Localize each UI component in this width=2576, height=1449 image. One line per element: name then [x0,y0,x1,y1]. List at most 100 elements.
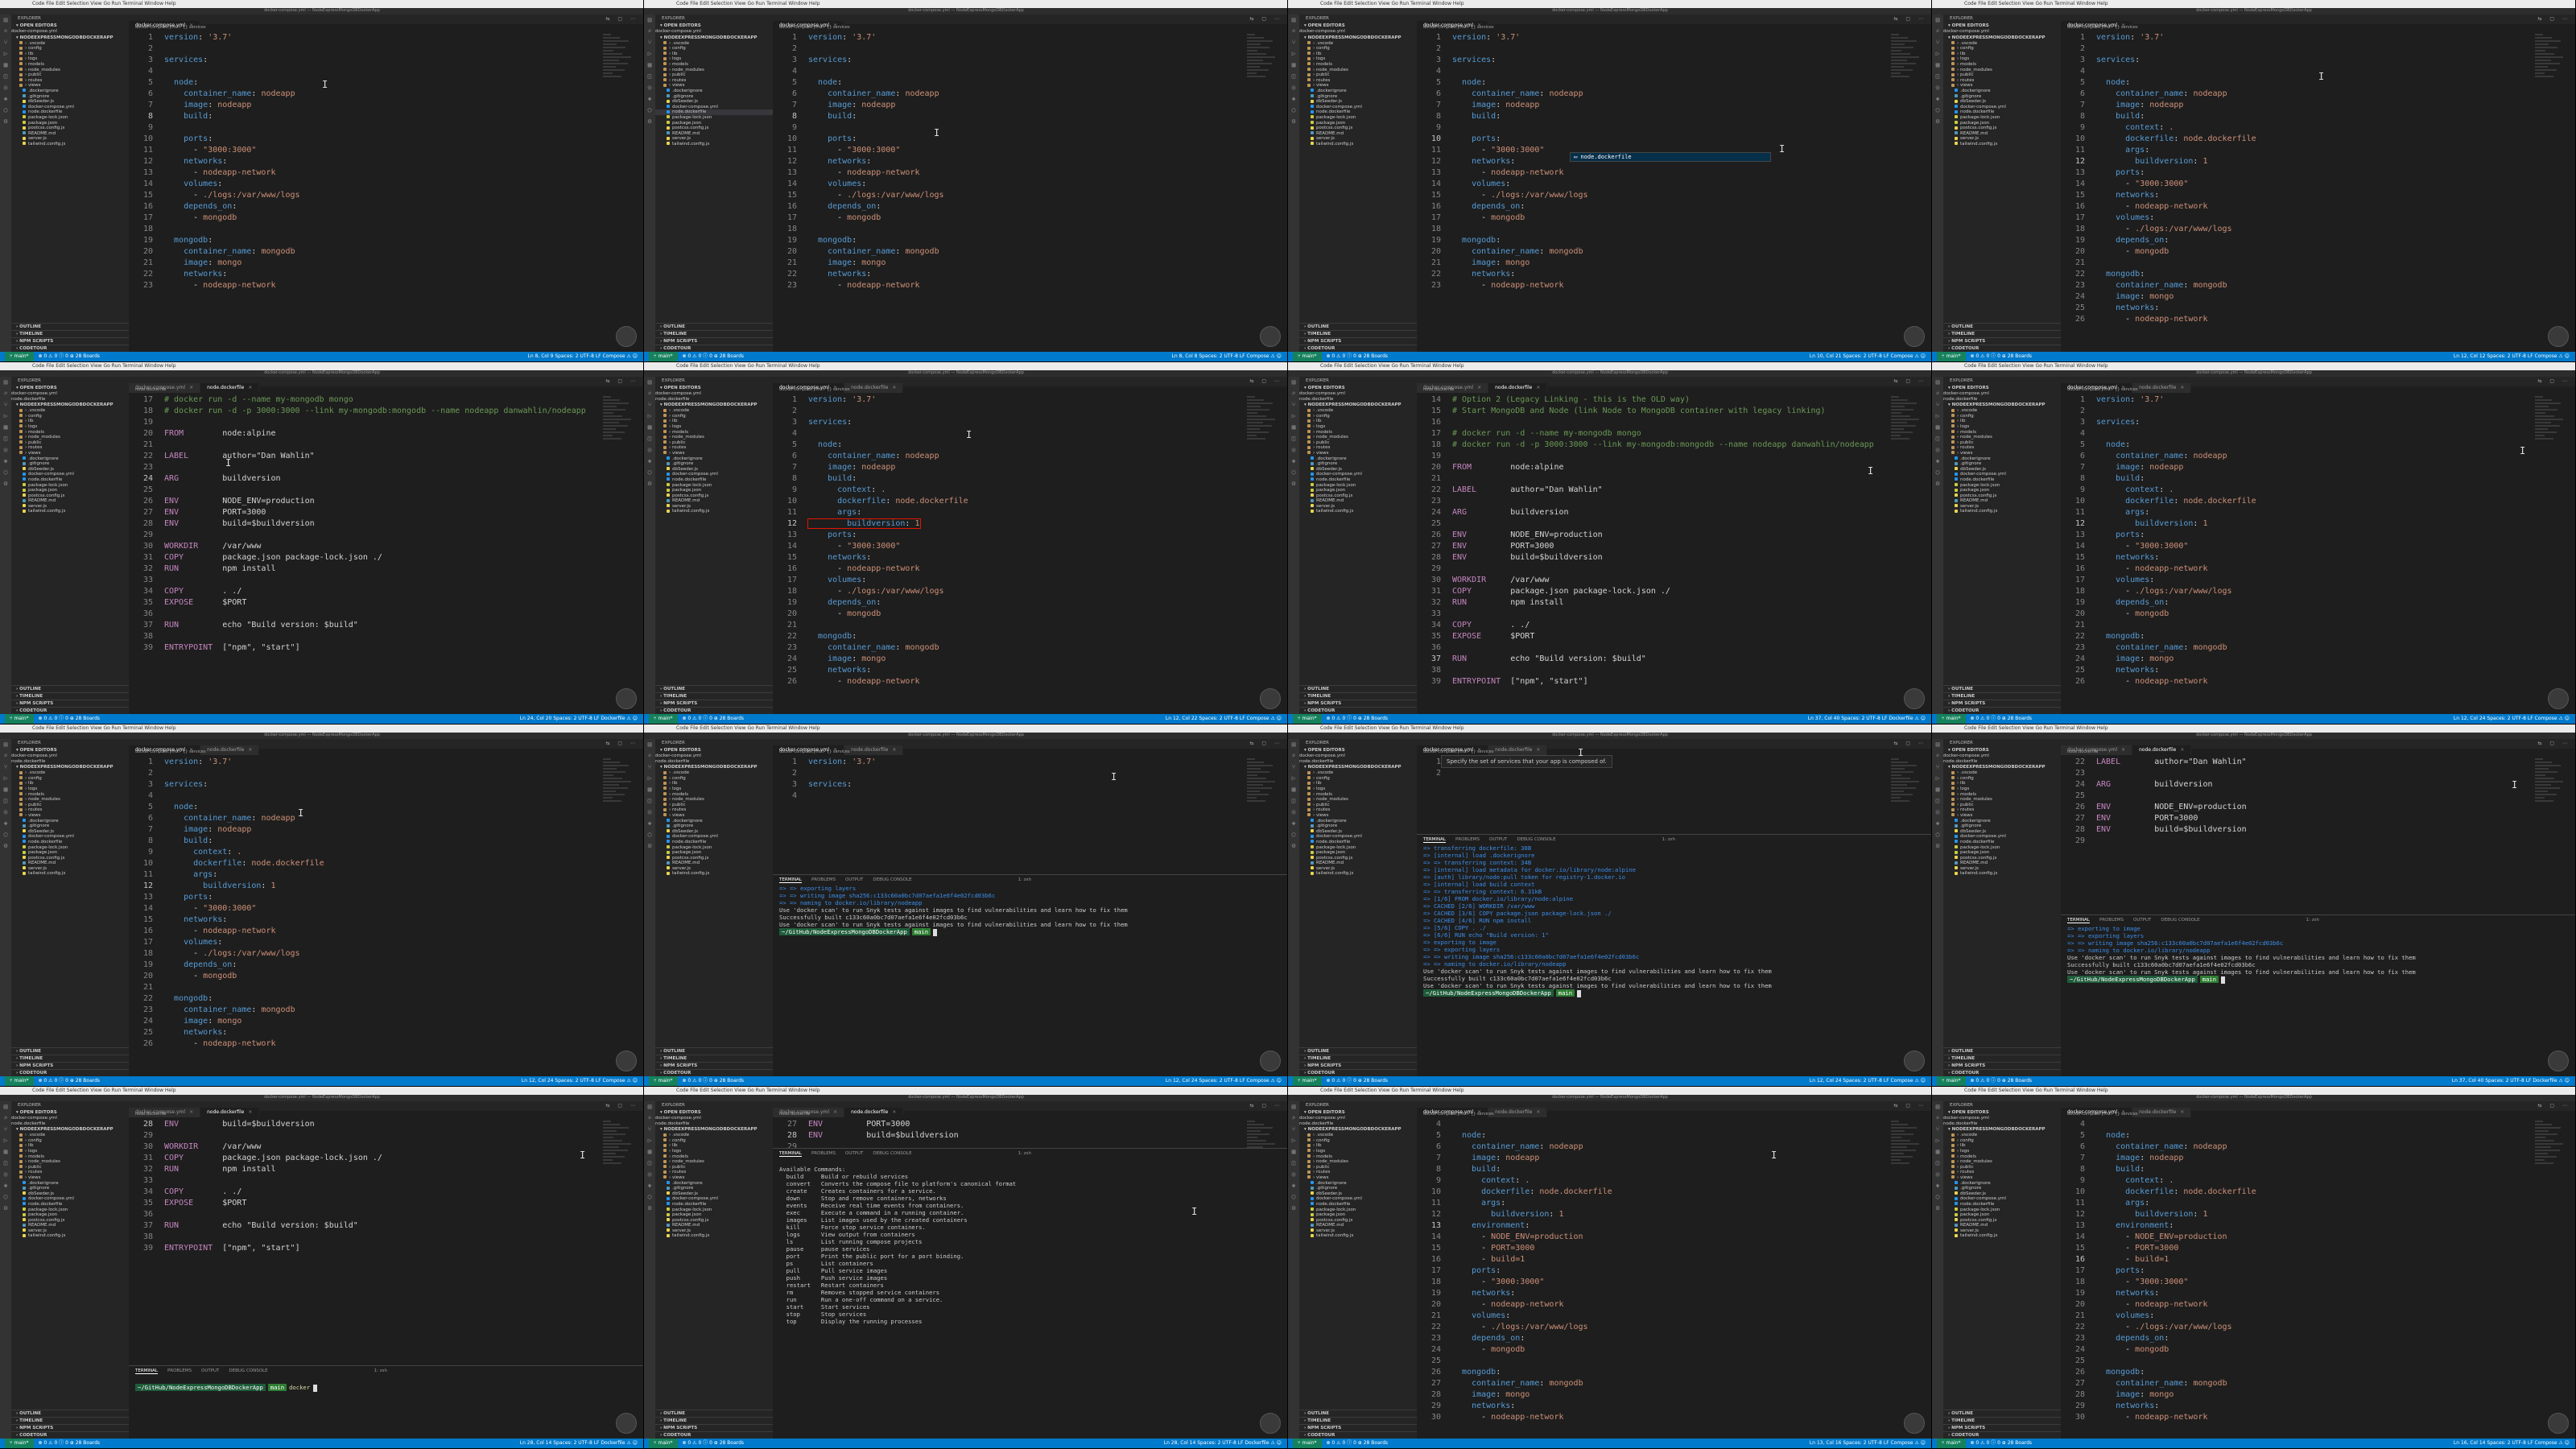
file-tree-item[interactable]: server.js [11,136,129,142]
file-tree-item[interactable]: README.md [655,498,773,504]
files-icon[interactable]: ▤ [1288,739,1299,750]
file-tree-item[interactable]: .gitignore [1299,1186,1417,1191]
file-tree-item[interactable]: README.md [11,1223,129,1228]
file-tree-item[interactable]: server.js [11,866,129,872]
file-tree-item[interactable]: .gitignore [11,1186,129,1191]
file-tree-item[interactable]: › public [1299,803,1417,808]
open-editor-item[interactable]: node.dockerfile [1299,1121,1417,1127]
file-tree-item[interactable]: package-lock.json [655,115,773,121]
file-tree-item[interactable]: › config [11,46,129,52]
gear-icon[interactable]: ⚙ [644,840,655,852]
gear-icon[interactable]: ⚙ [1932,1203,1943,1214]
file-tree-item[interactable]: node.dockerfile [11,109,129,115]
status-right[interactable]: Ln 37, Col 40 Spaces: 2 UTF-8 LF Dockerf… [1808,714,1926,724]
file-tree-item[interactable]: › node_modules [655,797,773,803]
collapsed-section[interactable]: › CODETOUR [11,1069,129,1076]
source-control-icon[interactable]: ⑂ [1288,399,1299,411]
file-tree-item[interactable]: › models [1943,1154,2061,1160]
accounts-icon[interactable]: ◯ [644,467,655,478]
branch-indicator[interactable]: ⑂ main* [5,714,34,724]
collapsed-section[interactable]: › CODETOUR [11,707,129,714]
file-tree-item[interactable]: › routes [1943,1170,2061,1175]
codetour-icon[interactable]: ◈ [644,1180,655,1191]
gear-icon[interactable]: ⚙ [1288,116,1299,127]
gear-icon[interactable]: ⚙ [1288,478,1299,489]
docker-icon[interactable]: ◫ [1288,433,1299,444]
search-icon[interactable]: ⌕ [1288,1113,1299,1124]
file-tree-item[interactable]: .gitignore [1943,824,2061,829]
open-editor-item[interactable]: docker-compose.yml [11,29,129,35]
gear-icon[interactable]: ⚙ [1288,840,1299,852]
open-editor-item[interactable]: docker-compose.yml [655,753,773,759]
file-tree-item[interactable]: › views [1299,813,1417,819]
file-tree-item[interactable]: › routes [11,78,129,84]
search-icon[interactable]: ⌕ [1288,26,1299,37]
file-tree-item[interactable]: › public [11,72,129,78]
extensions-icon[interactable]: ▦ [0,784,11,795]
file-tree-item[interactable]: server.js [11,504,129,510]
extensions-icon[interactable]: ▦ [1288,60,1299,71]
file-tree-item[interactable]: › config [655,46,773,52]
file-tree-item[interactable]: server.js [1299,136,1417,142]
file-tree-item[interactable]: .dockerignore [11,89,129,94]
open-editors-section[interactable]: ▾ OPEN EDITORS [1299,23,1417,29]
code-area[interactable]: 45 node: 6 container_name: nodeapp 7 image… [1417,1119,1931,1439]
source-control-icon[interactable]: ⑂ [1288,762,1299,773]
close-tab-icon[interactable]: × [248,747,252,753]
file-tree-item[interactable]: › routes [1299,445,1417,451]
open-editors-section[interactable]: ▾ OPEN EDITORS [1943,385,2061,391]
branch-indicator[interactable]: ⑂ main* [1937,352,1966,361]
docker-icon[interactable]: ◫ [1932,1158,1943,1169]
file-tree-item[interactable]: package.json [655,488,773,493]
tab-node-dockerfile[interactable]: node.dockerfile × [844,383,904,393]
status-right[interactable]: Ln 28, Col 14 Spaces: 2 UTF-8 LF Dockerf… [1164,1439,1282,1448]
problems-indicator[interactable]: ⊗ 0 ⚠ 0 ⓘ 0 ⊕ 28 Boards [683,716,745,721]
file-tree-item[interactable]: tailwind.config.js [11,142,129,147]
search-icon[interactable]: ⌕ [1932,26,1943,37]
files-icon[interactable]: ▤ [1288,14,1299,26]
file-tree-item[interactable]: › node_modules [11,797,129,803]
run-debug-icon[interactable]: ▷ [644,411,655,422]
close-tab-icon[interactable]: × [189,1109,193,1115]
project-folder-section[interactable]: ▾ NODEEXPRESSMONGODBDOCKERAPP [1299,764,1417,770]
terminal-prompt[interactable]: ~/GitHub/NodeExpressMongoDBDockerApp main… [129,1384,643,1392]
file-tree-item[interactable]: › .vscode [1943,1133,2061,1138]
file-tree-item[interactable]: .gitignore [1943,461,2061,467]
tab-node-dockerfile[interactable]: node.dockerfile × [2132,1108,2192,1117]
file-tree-item[interactable]: package.json [1299,121,1417,126]
file-tree-item[interactable]: › models [655,792,773,798]
collapsed-section[interactable]: › TIMELINE [1943,1417,2061,1424]
terminal-tab[interactable]: TERMINAL [2067,918,2090,923]
accounts-icon[interactable]: ◯ [1288,1191,1299,1203]
file-tree-item[interactable]: package.json [1943,1212,2061,1218]
breadcrumb[interactable]: node.dockerfile [2067,749,2099,754]
editor-actions[interactable]: ⇆ ▢ ⋯ [2537,741,2570,746]
file-tree-item[interactable]: postcss.config.js [1299,126,1417,131]
file-tree-item[interactable]: › .vscode [655,770,773,776]
extensions-icon[interactable]: ▦ [1288,422,1299,433]
search-icon[interactable]: ⌕ [1288,750,1299,762]
file-tree-item[interactable]: tailwind.config.js [655,509,773,514]
file-tree-item[interactable]: .dockerignore [1299,1181,1417,1187]
file-tree-item[interactable]: › node_modules [1943,68,2061,73]
collapsed-section[interactable]: › NPM SCRIPTS [1943,700,2061,707]
debug-console-tab[interactable]: DEBUG CONSOLE [873,877,911,882]
collapsed-section[interactable]: › CODETOUR [1299,1431,1417,1439]
editor-actions[interactable]: ⇆ ▢ ⋯ [1893,741,1926,746]
file-tree-item[interactable]: › models [1299,792,1417,798]
file-tree-item[interactable]: package.json [1299,850,1417,856]
problems-tab[interactable]: PROBLEMS [811,1151,836,1156]
collapsed-section[interactable]: › CODETOUR [1299,1069,1417,1076]
breadcrumb[interactable]: docker-compose.yml > {} services [779,25,850,30]
collapsed-section[interactable]: › OUTLINE [11,323,129,330]
file-tree-item[interactable]: dbSeeder.js [1943,467,2061,473]
branch-indicator[interactable]: ⑂ main* [5,1439,34,1448]
source-control-icon[interactable]: ⑂ [644,37,655,48]
open-editors-section[interactable]: ▾ OPEN EDITORS [655,1109,773,1116]
file-tree-item[interactable]: docker-compose.yml [11,472,129,477]
collapsed-section[interactable]: › NPM SCRIPTS [655,1424,773,1431]
branch-indicator[interactable]: ⑂ main* [649,1076,678,1086]
run-debug-icon[interactable]: ▷ [0,1135,11,1146]
problems-indicator[interactable]: ⊗ 0 ⚠ 0 ⓘ 0 ⊕ 28 Boards [683,1078,745,1084]
search-icon[interactable]: ⌕ [644,388,655,399]
